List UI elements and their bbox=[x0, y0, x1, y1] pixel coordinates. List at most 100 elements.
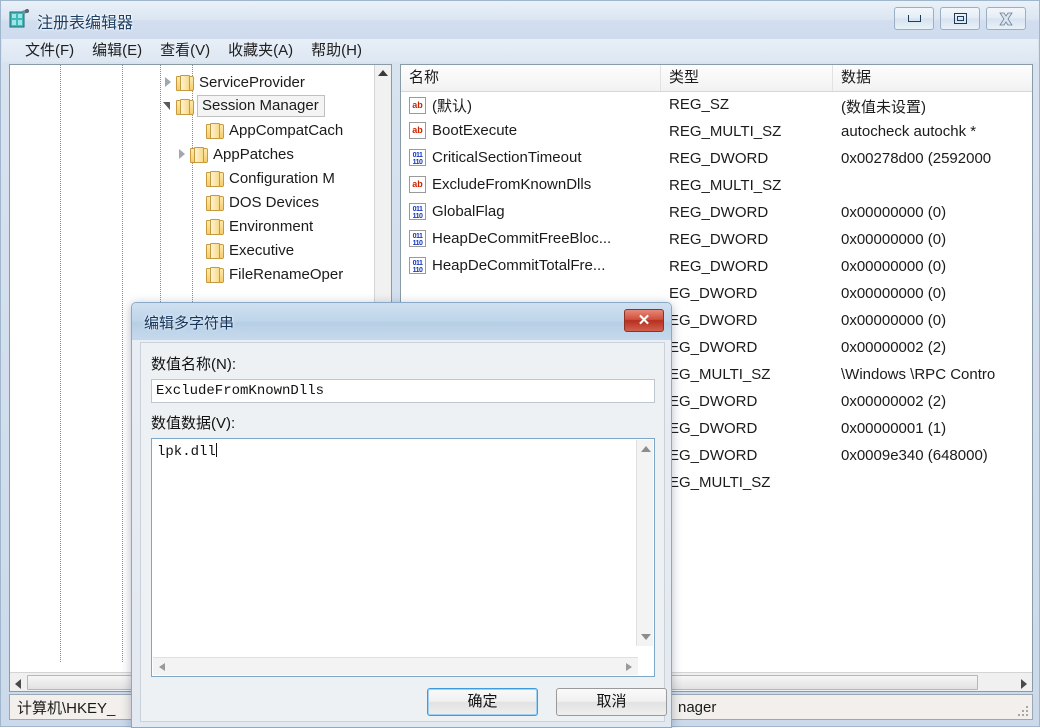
resize-grip[interactable] bbox=[1014, 702, 1028, 716]
tree-item-environment[interactable]: Environment bbox=[190, 214, 313, 238]
value-type: EG_DWORD bbox=[669, 339, 758, 356]
value-data: 0x0009e340 (648000) bbox=[841, 447, 988, 464]
tree-item-session-manager[interactable]: Session Manager bbox=[160, 94, 325, 118]
folder-icon bbox=[176, 74, 194, 91]
value-type: EG_DWORD bbox=[669, 285, 758, 302]
value-name-cell: ab BootExecute bbox=[409, 122, 517, 139]
scroll-track[interactable] bbox=[978, 674, 1015, 691]
tree-item-executive[interactable]: Executive bbox=[190, 238, 294, 262]
value-data: 0x00000000 (0) bbox=[841, 258, 947, 275]
close-button[interactable] bbox=[986, 7, 1026, 30]
value-type: REG_SZ bbox=[669, 96, 730, 113]
scroll-down-icon[interactable] bbox=[641, 634, 651, 640]
dialog-close-button[interactable]: ✕ bbox=[624, 309, 664, 332]
tree-item-serviceprovider[interactable]: ServiceProvider bbox=[160, 70, 305, 94]
tree-item-label: DOS Devices bbox=[229, 193, 320, 211]
value-data: 0x00000001 (1) bbox=[841, 420, 947, 437]
value-name-label: 数值名称(N): bbox=[151, 356, 236, 373]
reg-dword-icon: 011 110 bbox=[409, 203, 426, 220]
value-data-textarea[interactable]: lpk.dll bbox=[151, 438, 655, 677]
scroll-left-icon[interactable] bbox=[10, 674, 27, 691]
value-name-cell: ab (默认) bbox=[409, 95, 472, 116]
scroll-right-icon[interactable] bbox=[620, 658, 638, 676]
cancel-button[interactable]: 取消 bbox=[556, 688, 667, 716]
value-type: EG_DWORD bbox=[669, 420, 758, 437]
value-data: \Windows \RPC Contro bbox=[841, 366, 996, 383]
value-data: 0x00000000 (0) bbox=[841, 312, 947, 329]
table-row[interactable]: ab (默认) REG_SZ (数值未设置) bbox=[401, 92, 1032, 119]
folder-icon bbox=[176, 98, 194, 115]
value-data-text: lpk.dll bbox=[157, 443, 627, 461]
menu-item-file[interactable]: 文件(F) bbox=[16, 40, 83, 62]
chevron-right-icon[interactable] bbox=[160, 74, 176, 90]
chevron-right-icon[interactable] bbox=[174, 146, 190, 162]
status-path-left: 计算机\HKEY_ bbox=[17, 699, 116, 717]
window-title: 注册表编辑器 bbox=[37, 15, 134, 32]
textarea-horizontal-scrollbar[interactable] bbox=[153, 657, 638, 675]
tree-item-appcompatcache[interactable]: AppCompatCach bbox=[190, 118, 343, 142]
value-type: EG_DWORD bbox=[669, 393, 758, 410]
textarea-vertical-scrollbar[interactable] bbox=[636, 440, 653, 646]
scroll-right-icon[interactable] bbox=[1015, 674, 1032, 691]
value-data: 0x00000000 (0) bbox=[841, 204, 947, 221]
table-row[interactable]: 011 110 HeapDeCommitFreeBloc... REG_DWORD… bbox=[401, 227, 1032, 254]
maximize-button[interactable] bbox=[940, 7, 980, 30]
folder-icon bbox=[206, 194, 224, 211]
tree-item-label: Executive bbox=[229, 241, 295, 259]
ok-button[interactable]: 确定 bbox=[427, 688, 538, 716]
menu-item-edit[interactable]: 编辑(E) bbox=[83, 40, 151, 62]
column-header-data[interactable]: 数据 bbox=[833, 65, 1032, 91]
tree-item-filerenameoperations[interactable]: FileRenameOper bbox=[190, 262, 343, 286]
tree-item-apppatches[interactable]: AppPatches bbox=[174, 142, 294, 166]
minimize-button[interactable] bbox=[894, 7, 934, 30]
reg-sz-icon: ab bbox=[409, 176, 426, 193]
value-type: REG_DWORD bbox=[669, 204, 769, 221]
menu-bar: 文件(F) 编辑(E) 查看(V) 收藏夹(A) 帮助(H) bbox=[2, 39, 1038, 62]
value-type: EG_DWORD bbox=[669, 312, 758, 329]
reg-dword-icon: 011 110 bbox=[409, 257, 426, 274]
scroll-up-icon[interactable] bbox=[641, 446, 651, 452]
value-data-label: 数值数据(V): bbox=[151, 415, 236, 432]
table-row[interactable]: ab ExcludeFromKnownDlls REG_MULTI_SZ bbox=[401, 173, 1032, 200]
column-header-type[interactable]: 类型 bbox=[661, 65, 833, 91]
menu-item-favorites[interactable]: 收藏夹(A) bbox=[219, 40, 302, 62]
menu-item-help[interactable]: 帮助(H) bbox=[302, 40, 371, 62]
registry-editor-icon bbox=[9, 9, 29, 28]
value-name-cell: 011 110 GlobalFlag bbox=[409, 203, 505, 220]
value-name: GlobalFlag bbox=[432, 203, 505, 220]
tree-item-dos-devices[interactable]: DOS Devices bbox=[190, 190, 319, 214]
reg-sz-icon: ab bbox=[409, 122, 426, 139]
value-data: 0x00000002 (2) bbox=[841, 393, 947, 410]
close-icon bbox=[999, 12, 1013, 25]
value-name: HeapDeCommitTotalFre... bbox=[432, 257, 606, 274]
reg-dword-icon: 011 110 bbox=[409, 230, 426, 247]
value-data: (数值未设置) bbox=[841, 99, 926, 116]
chevron-down-icon[interactable] bbox=[160, 98, 176, 114]
table-row[interactable]: 011 110 HeapDeCommitTotalFre... REG_DWORD… bbox=[401, 254, 1032, 281]
menu-item-view[interactable]: 查看(V) bbox=[151, 40, 219, 62]
value-data: 0x00278d00 (2592000 bbox=[841, 150, 992, 167]
list-column-headers: 名称 类型 数据 bbox=[401, 65, 1032, 92]
tree-guide bbox=[122, 65, 123, 663]
value-name-cell: 011 110 CriticalSectionTimeout bbox=[409, 149, 582, 166]
folder-icon bbox=[206, 266, 224, 283]
column-header-name[interactable]: 名称 bbox=[401, 65, 661, 91]
value-name-input[interactable]: ExcludeFromKnownDlls bbox=[151, 379, 655, 403]
table-row[interactable]: 011 110 CriticalSectionTimeout REG_DWORD … bbox=[401, 146, 1032, 173]
table-row[interactable]: 011 110 GlobalFlag REG_DWORD 0x00000000 (… bbox=[401, 200, 1032, 227]
tree-item-configuration-manager[interactable]: Configuration M bbox=[190, 166, 335, 190]
scroll-up-icon[interactable] bbox=[378, 70, 388, 76]
registry-editor-window: 注册表编辑器 文件(F) 编辑(E) 查看(V) 收藏夹(A) 帮助(H) Se… bbox=[0, 0, 1040, 728]
tree-item-label: FileRenameOper bbox=[229, 265, 344, 283]
edit-multi-string-dialog: 编辑多字符串 ✕ 数值名称(N): ExcludeFromKnownDlls 数… bbox=[131, 302, 672, 728]
dialog-title-bar[interactable]: 编辑多字符串 ✕ bbox=[132, 303, 671, 340]
table-row[interactable]: ab BootExecute REG_MULTI_SZ autocheck au… bbox=[401, 119, 1032, 146]
scroll-left-icon[interactable] bbox=[153, 658, 171, 676]
folder-icon bbox=[206, 170, 224, 187]
value-data: 0x00000002 (2) bbox=[841, 339, 947, 356]
tree-item-label: Environment bbox=[229, 217, 314, 235]
folder-icon bbox=[206, 242, 224, 259]
window-title-bar[interactable]: 注册表编辑器 bbox=[1, 1, 1039, 39]
